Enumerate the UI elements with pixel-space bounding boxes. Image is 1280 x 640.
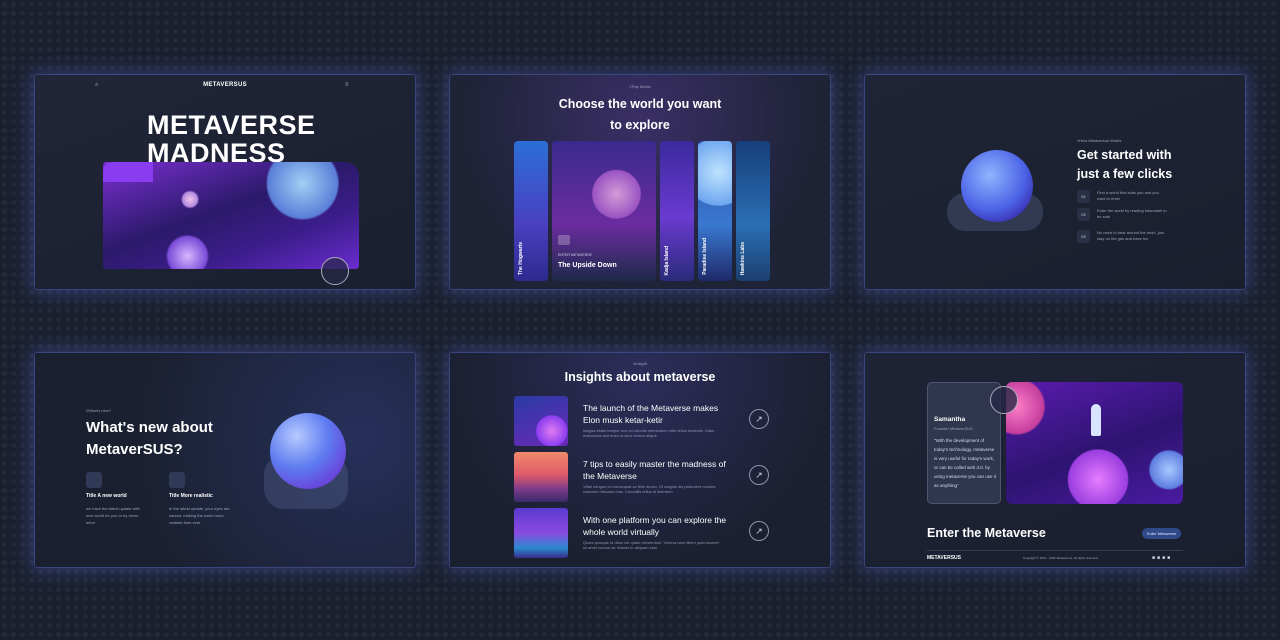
testimonial-panel: Samantha Founder MetaverSUS "With the de… [865, 353, 1245, 567]
insight-title: The launch of the Metaverse makes Elon m… [583, 403, 719, 425]
rocket-illustration [1006, 382, 1183, 504]
navbar: ⌕ METAVERSUS ≡ [35, 82, 415, 92]
world-card-title: The Upside Down [558, 262, 617, 269]
world-card-featured[interactable]: ENTER METAVERSE The Upside Down [552, 141, 656, 281]
arrow-icon[interactable]: ↗ [749, 521, 769, 541]
hero-title: METAVERSE MADNESS [147, 111, 316, 167]
step-number: 02 [1077, 208, 1090, 221]
menu-icon[interactable]: ≡ [345, 82, 349, 88]
world-card-label: Paradise Island [702, 238, 708, 275]
footer-copyright: Copyright © 2021 - 2022 Metaversus. All … [1023, 556, 1099, 560]
whats-new-title: What's new about MetaverSUS? [86, 417, 213, 461]
world-card-label: Hawkins Labs [740, 241, 746, 275]
world-card[interactable]: The Hogwarts [514, 141, 548, 281]
get-started-title: Get started with just a few clicks [1077, 146, 1172, 184]
whats-new-title-line1: What's new about [86, 419, 213, 436]
world-card-label: The Hogwarts [518, 241, 524, 275]
whats-new-title-line2: MetaverSUS? [86, 441, 183, 458]
feature-title: Title More realistic [169, 493, 213, 499]
explore-title-line2: to explore [610, 118, 670, 132]
insights-eyebrow: //Insight [632, 361, 647, 366]
planet-illustration [961, 150, 1033, 222]
insights-panel: //Insight Insights about metaverse The l… [450, 353, 830, 567]
insight-title: With one platform you can explore the wh… [583, 515, 727, 537]
explore-eyebrow: //Pay Model [629, 84, 651, 89]
insights-title: Insights about metaverse [564, 370, 716, 384]
testimonial-role: Founder MetaverSUS [934, 426, 973, 431]
insight-desc: Magna etiam tempor orci eu lobortis elem… [583, 428, 715, 438]
insight-thumbnail [514, 396, 568, 446]
step-text: Find a world that suits you and you want… [1097, 190, 1159, 201]
world-card[interactable]: Hawkins Labs [736, 141, 770, 281]
hero-panel: ⌕ METAVERSUS ≡ METAVERSE MADNESS [35, 75, 415, 289]
get-started-title-line1: Get started with [1077, 148, 1172, 162]
cta-title: Enter the Metaverse [927, 526, 1046, 540]
get-started-panel: //How Metaversus Works Get started with … [865, 75, 1245, 289]
step-number: 03 [1077, 230, 1090, 243]
insight-thumbnail [514, 508, 568, 558]
explore-panel: //Pay Model Choose the world you want to… [450, 75, 830, 289]
new-world-icon [86, 472, 102, 488]
insight-title: 7 tips to easily master the madness of t… [583, 459, 726, 481]
world-card-label: Kadja Island [664, 245, 670, 275]
whats-new-eyebrow: //What's new? [86, 408, 111, 413]
insight-thumbnail [514, 452, 568, 502]
headset-icon [169, 472, 185, 488]
explore-badge[interactable] [321, 257, 349, 285]
footer-divider [927, 550, 1183, 551]
world-card[interactable]: Kadja Island [660, 141, 694, 281]
insight-desc: Vitae congue eu consequat ac felis donec… [583, 484, 716, 494]
world-card-eyebrow: ENTER METAVERSE [558, 253, 592, 257]
enter-metaverse-button[interactable]: Enter Metaverse [1142, 528, 1182, 539]
insight-item[interactable]: The launch of the Metaverse makes Elon m… [514, 396, 794, 446]
hero-image-accent [103, 162, 153, 182]
world-card[interactable]: Paradise Island [698, 141, 732, 281]
explore-title-line1: Choose the world you want [558, 97, 722, 111]
showcase-stage: ⌕ METAVERSUS ≡ METAVERSE MADNESS //Pay M… [0, 0, 1280, 640]
hero-title-line1: METAVERSE [147, 110, 316, 140]
testimonial-quote: "With the development of today's technol… [934, 438, 997, 488]
facebook-icon[interactable]: ■ [1167, 555, 1172, 561]
brand-logo[interactable]: METAVERSUS [35, 82, 415, 88]
insight-item[interactable]: With one platform you can explore the wh… [514, 508, 794, 558]
whats-new-panel: //What's new? What's new about MetaverSU… [35, 353, 415, 567]
get-started-eyebrow: //How Metaversus Works [1077, 138, 1122, 143]
world-cards: The Hogwarts ENTER METAVERSE The Upside … [514, 141, 770, 281]
insight-item[interactable]: 7 tips to easily master the madness of t… [514, 452, 794, 502]
headset-icon [558, 235, 570, 245]
planet-illustration [270, 413, 346, 489]
step-text: Enter the world by reading basmalah to b… [1097, 208, 1167, 219]
rocket-icon [1091, 404, 1101, 436]
get-started-title-line2: just a few clicks [1077, 167, 1173, 181]
insight-desc: Quam quisque id diam vel quam elementum.… [583, 540, 719, 550]
feature-text: In the latest update, your eyes are narr… [169, 506, 230, 525]
step-text: No need to beat around the bush, just st… [1097, 230, 1164, 241]
feature-text: we have the latest update with new world… [86, 506, 140, 525]
explore-title: Choose the world you want to explore [450, 94, 830, 136]
arrow-icon[interactable]: ↗ [749, 409, 769, 429]
testimonial-name: Samantha [934, 416, 966, 423]
explore-badge[interactable] [990, 386, 1018, 414]
social-icons: ■■■■ [1152, 555, 1172, 561]
arrow-icon[interactable]: ↗ [749, 465, 769, 485]
footer-brand[interactable]: METAVERSUS [927, 555, 961, 561]
feature-title: Title A new world [86, 493, 127, 499]
step-number: 01 [1077, 190, 1090, 203]
